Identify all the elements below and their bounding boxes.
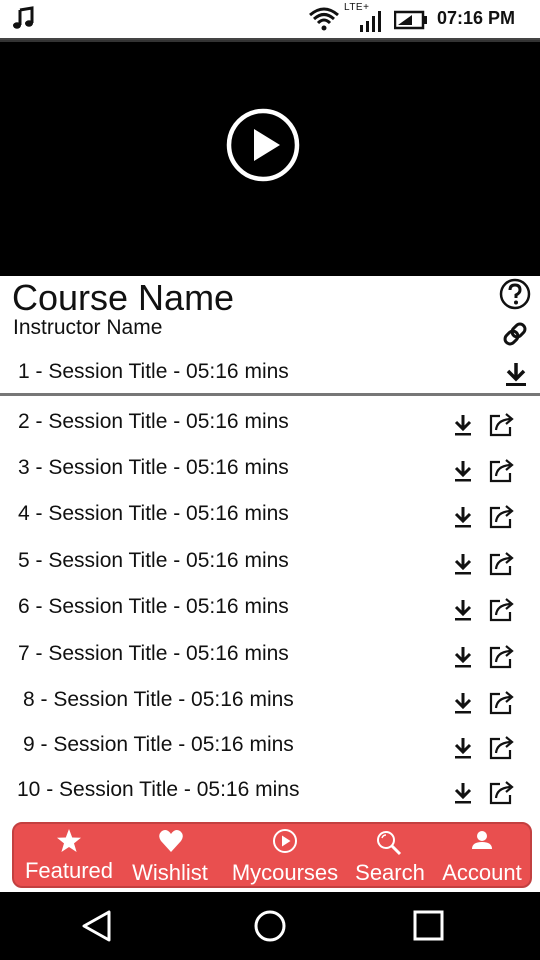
signal-icon <box>360 11 381 32</box>
session-row[interactable]: 3 - Session Title - 05:16 mins <box>0 448 540 494</box>
download-icon[interactable] <box>452 644 474 670</box>
session-row[interactable]: 10 - Session Title - 05:16 mins <box>0 770 540 816</box>
tab-mycourses[interactable]: Mycourses <box>224 824 346 890</box>
user-icon <box>472 831 492 849</box>
download-icon[interactable] <box>452 551 474 577</box>
session-title: 9 - Session Title - 05:16 mins <box>23 733 294 756</box>
session-row[interactable]: 4 - Session Title - 05:16 mins <box>0 494 540 540</box>
star-icon <box>57 829 81 852</box>
play-circle-icon <box>273 829 297 853</box>
search-icon <box>377 831 402 856</box>
tab-account-label: Account <box>442 860 522 885</box>
bottom-tab-bar: Featured Wishlist Mycourses Search Accou… <box>12 822 532 888</box>
session-row[interactable]: 2 - Session Title - 05:16 mins <box>0 402 540 448</box>
session-row[interactable]: 6 - Session Title - 05:16 mins <box>0 587 540 633</box>
download-icon[interactable] <box>452 458 474 484</box>
session-title: 10 - Session Title - 05:16 mins <box>17 778 300 801</box>
session-title: 6 - Session Title - 05:16 mins <box>18 595 289 618</box>
clock: 07:16 PM <box>437 8 516 28</box>
tab-wishlist[interactable]: Wishlist <box>124 824 216 890</box>
download-icon[interactable] <box>452 412 474 438</box>
music-icon <box>13 6 34 29</box>
share-icon[interactable] <box>488 410 516 438</box>
share-icon[interactable] <box>488 456 516 484</box>
share-icon[interactable] <box>488 778 516 806</box>
session-title: 7 - Session Title - 05:16 mins <box>18 642 289 665</box>
recents-icon[interactable] <box>408 906 448 946</box>
download-icon[interactable] <box>452 780 474 806</box>
download-icon[interactable] <box>452 597 474 623</box>
tab-featured-label: Featured <box>24 858 114 883</box>
battery-icon <box>394 10 427 30</box>
session-title: 8 - Session Title - 05:16 mins <box>23 688 294 711</box>
session-title: 4 - Session Title - 05:16 mins <box>18 502 289 525</box>
wifi-icon <box>309 7 339 31</box>
status-bar: LTE+ 07:16 PM <box>0 0 540 40</box>
play-circle-icon[interactable] <box>226 108 300 182</box>
tab-featured[interactable]: Featured <box>20 824 118 890</box>
download-icon[interactable] <box>503 360 529 388</box>
current-session-row[interactable]: 1 - Session Title - 05:16 mins <box>0 352 540 396</box>
download-icon[interactable] <box>452 504 474 530</box>
share-icon[interactable] <box>488 642 516 670</box>
session-row[interactable]: 7 - Session Title - 05:16 mins <box>0 634 540 680</box>
share-icon[interactable] <box>488 549 516 577</box>
share-icon[interactable] <box>488 733 516 761</box>
session-row[interactable]: 5 - Session Title - 05:16 mins <box>0 541 540 587</box>
instructor-name: Instructor Name <box>13 316 163 339</box>
question-circle-icon[interactable] <box>499 278 531 310</box>
download-icon[interactable] <box>452 735 474 761</box>
heart-icon <box>159 830 183 852</box>
share-icon[interactable] <box>488 502 516 530</box>
course-title: Course Name <box>12 277 235 318</box>
tab-wishlist-label: Wishlist <box>132 860 208 885</box>
share-icon[interactable] <box>488 688 516 716</box>
session-row[interactable]: 8 - Session Title - 05:16 mins <box>0 680 540 726</box>
home-icon[interactable] <box>250 906 290 946</box>
tab-account[interactable]: Account <box>436 824 528 890</box>
back-icon[interactable] <box>78 906 118 946</box>
video-player[interactable] <box>0 40 540 276</box>
share-icon[interactable] <box>488 595 516 623</box>
tab-mycourses-label: Mycourses <box>231 860 339 885</box>
tab-search[interactable]: Search <box>350 824 430 890</box>
link-icon[interactable] <box>501 320 529 348</box>
system-nav-bar <box>0 892 540 960</box>
session-title: 5 - Session Title - 05:16 mins <box>18 549 289 572</box>
session-row[interactable]: 9 - Session Title - 05:16 mins <box>0 725 540 771</box>
download-icon[interactable] <box>452 690 474 716</box>
session-title: 2 - Session Title - 05:16 mins <box>18 410 289 433</box>
current-session-title: 1 - Session Title - 05:16 mins <box>18 360 289 383</box>
tab-search-label: Search <box>355 860 425 885</box>
session-title: 3 - Session Title - 05:16 mins <box>18 456 289 479</box>
